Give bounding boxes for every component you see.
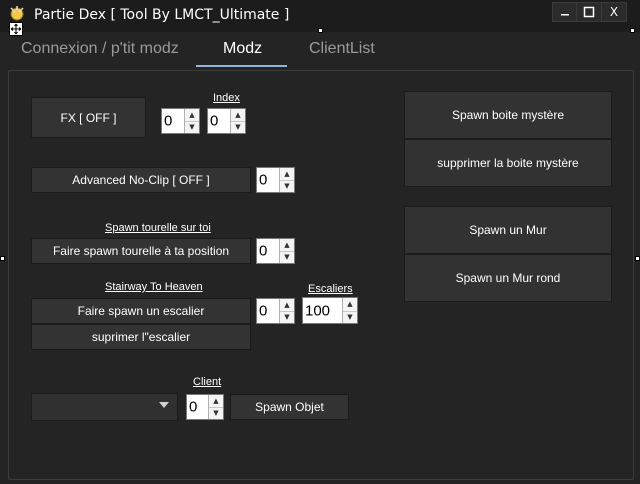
client-stepper[interactable]: 0 ▲ ▼ [186,394,224,420]
spin-up-icon[interactable]: ▲ [343,298,357,312]
spawn-mystery-box-button[interactable]: Spawn boite mystère [404,91,612,139]
resize-handle[interactable] [318,28,323,33]
spawn-wall-button[interactable]: Spawn un Mur [404,206,612,254]
app-icon [10,6,24,21]
tab-modz[interactable]: Modz [223,40,262,58]
spawn-round-wall-button[interactable]: Spawn un Mur rond [404,254,612,302]
spin-down-icon[interactable]: ▼ [185,121,199,133]
close-icon: X [609,5,619,19]
spawn-stair-button[interactable]: Faire spawn un escalier [31,298,251,324]
remove-mystery-box-button[interactable]: supprimer la boite mystère [404,139,612,187]
move-handle-icon[interactable] [9,22,23,36]
noclip-button[interactable]: Advanced No-Clip [ OFF ] [31,167,251,193]
noclip-stepper[interactable]: 0 ▲ ▼ [256,167,295,193]
window-title: Partie Dex [ Tool By LMCT_Ultimate ] [34,7,290,23]
resize-handle[interactable] [0,256,5,261]
stairway-label: Stairway To Heaven [105,281,203,293]
close-button[interactable]: X [601,2,627,22]
spin-down-icon[interactable]: ▼ [280,251,294,263]
tab-clientlist[interactable]: ClientList [309,40,375,58]
spin-down-icon[interactable]: ▼ [231,121,245,133]
spin-down-icon[interactable]: ▼ [343,311,357,324]
fx-value-stepper[interactable]: 0 ▲ ▼ [161,108,200,134]
maximize-button[interactable] [576,2,602,22]
resize-handle[interactable] [630,28,635,33]
turret-stepper[interactable]: 0 ▲ ▼ [256,238,295,264]
minimize-button[interactable] [552,2,578,22]
escaliers-stepper[interactable]: 100 ▲ ▼ [302,297,358,324]
spawn-turret-button[interactable]: Faire spawn tourelle à ta position [31,238,251,264]
fx-button[interactable]: FX [ OFF ] [31,97,146,138]
resize-handle[interactable] [635,256,640,261]
active-tab-indicator [196,65,287,67]
remove-stair-button[interactable]: suprimer l"escalier [31,324,251,350]
minimize-icon [561,14,569,16]
spin-down-icon[interactable]: ▼ [280,311,294,323]
spin-down-icon[interactable]: ▼ [209,407,223,419]
chevron-down-icon [159,402,169,408]
turret-label: Spawn tourelle sur toi [105,222,211,234]
tab-connexion[interactable]: Connexion / p'tit modz [21,40,179,58]
spawn-object-button[interactable]: Spawn Objet [230,394,349,420]
client-label: Client [193,376,222,388]
client-dropdown[interactable] [31,393,178,421]
escaliers-label: Escaliers [308,283,353,295]
index-stepper[interactable]: 0 ▲ ▼ [207,108,246,134]
spin-down-icon[interactable]: ▼ [280,180,294,192]
index-label: Index [213,92,240,104]
stair-stepper[interactable]: 0 ▲ ▼ [256,298,295,324]
maximize-icon [583,6,595,18]
